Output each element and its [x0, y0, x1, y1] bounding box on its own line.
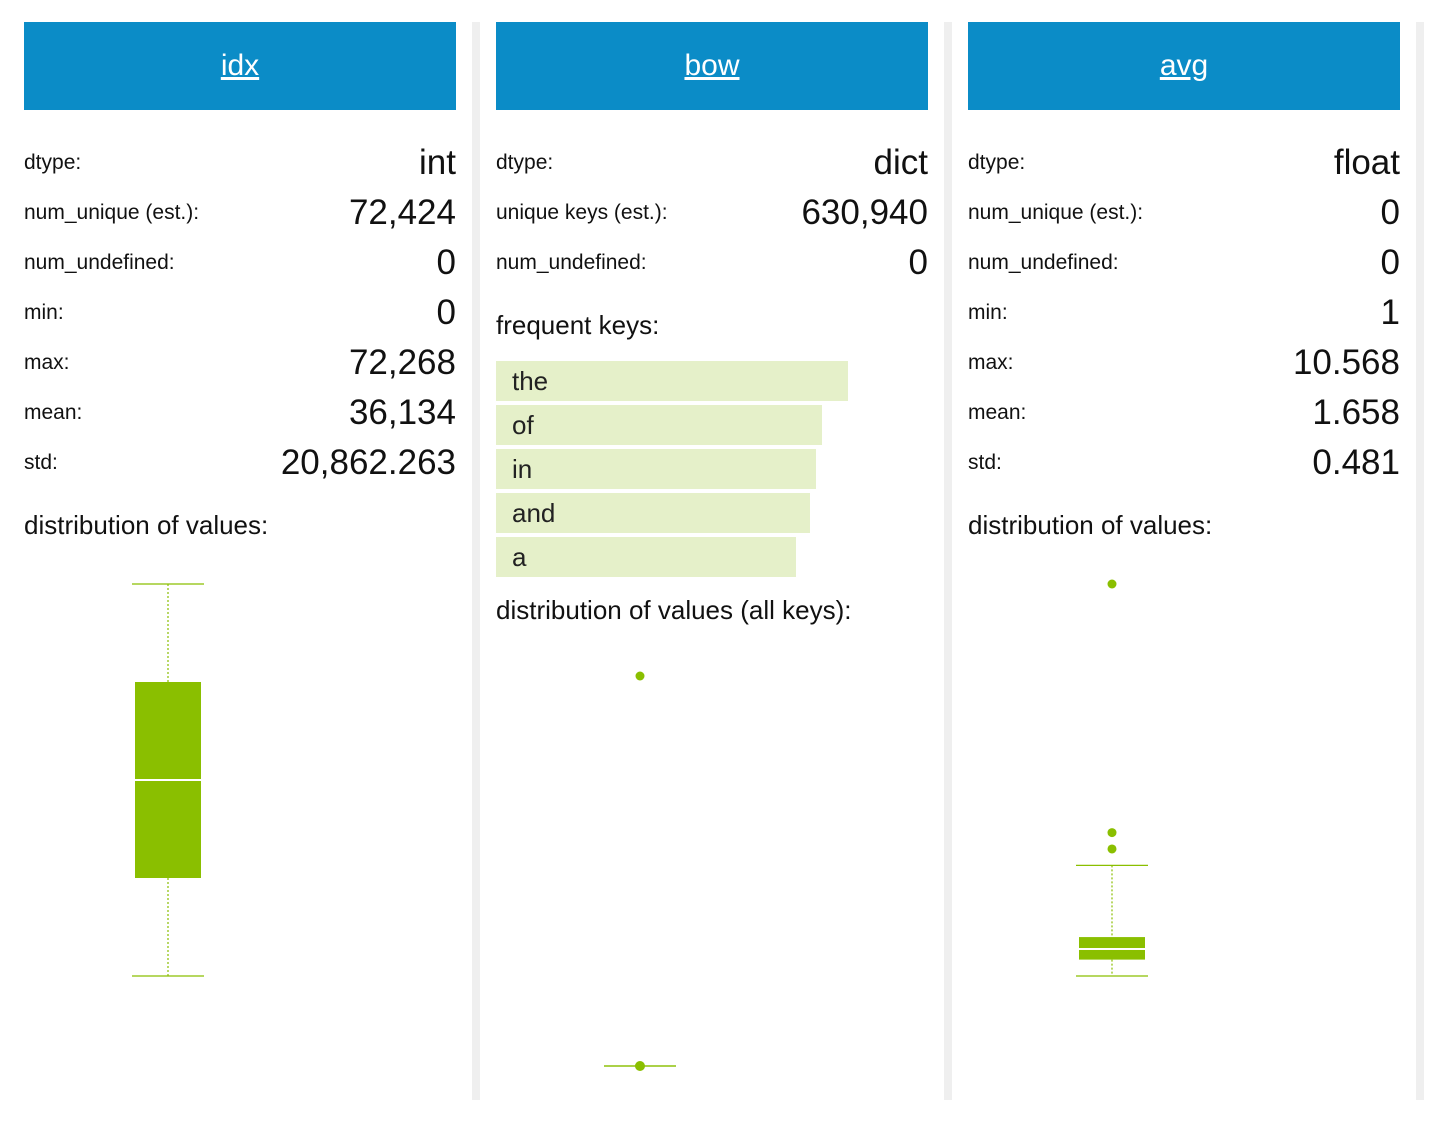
stat-value: 20,862.263 [280, 443, 456, 482]
column-avg: avg dtype: float num_unique (est.): 0 num_… [968, 22, 1400, 1100]
stat-label: dtype: [968, 151, 1026, 174]
stat-label: num_undefined: [24, 251, 175, 274]
stat-label: num_unique (est.): [968, 201, 1144, 224]
stats-list: dtype: dict unique keys (est.): 630,940 nu… [496, 138, 928, 288]
frequent-keys-title: frequent keys: [496, 310, 660, 340]
stat-value: 10.568 [1292, 343, 1400, 382]
column-separator [472, 22, 480, 1100]
outlier-point [1107, 828, 1117, 838]
outlier-point [1107, 844, 1117, 854]
stat-row-mean: mean: 1.658 [968, 388, 1400, 438]
column-link-bow[interactable]: bow [684, 49, 739, 83]
stat-label: max: [24, 351, 70, 374]
stat-row-std: std: 0.481 [968, 438, 1400, 488]
stats-list: dtype: int num_unique (est.): 72,424 num_u… [24, 138, 456, 488]
column-link-idx[interactable]: idx [221, 49, 259, 83]
stat-value: 1 [1380, 293, 1400, 332]
outlier-point [635, 671, 645, 681]
stat-label: dtype: [24, 151, 82, 174]
stats-list: dtype: float num_unique (est.): 0 num_unde… [968, 138, 1400, 488]
column-idx: idx dtype: int num_unique (est.): 72,424 n… [24, 22, 456, 1100]
frequent-key-bar: the [496, 361, 848, 401]
stat-row-num-undefined: num_undefined: 0 [24, 238, 456, 288]
distribution-title: distribution of values: [968, 510, 1213, 540]
stat-value: 0 [1380, 243, 1400, 282]
stat-row-max: max: 10.568 [968, 338, 1400, 388]
stat-value: 0 [436, 243, 456, 282]
stat-label: max: [968, 351, 1014, 374]
stat-value: int [419, 143, 456, 182]
stat-row-num-undefined: num_undefined: 0 [968, 238, 1400, 288]
stat-label: num_undefined: [968, 251, 1119, 274]
stat-label: mean: [24, 401, 83, 424]
distribution-title: distribution of values (all keys): [496, 595, 852, 625]
column-separator [1416, 22, 1424, 1100]
stat-label: unique keys (est.): [496, 201, 668, 224]
stat-label: num_undefined: [496, 251, 647, 274]
distribution-title: distribution of values: [24, 510, 269, 540]
box-collapsed-point [635, 1061, 645, 1071]
column-link-avg[interactable]: avg [1160, 49, 1208, 83]
stat-row-num-unique: num_unique (est.): 0 [968, 188, 1400, 238]
stat-value: 72,424 [348, 193, 456, 232]
stat-row-dtype: dtype: float [968, 138, 1400, 188]
stat-row-max: max: 72,268 [24, 338, 456, 388]
frequent-key-bar: a [496, 537, 796, 577]
column-separator [944, 22, 952, 1100]
stat-value: 0 [908, 243, 928, 282]
boxplot-bow [604, 671, 676, 1071]
boxplot-avg [1076, 579, 1148, 977]
stat-label: std: [24, 451, 58, 474]
stat-row-mean: mean: 36,134 [24, 388, 456, 438]
stat-value: 72,268 [348, 343, 456, 382]
frequent-keys-list: the of in and a [496, 361, 928, 577]
stat-row-dtype: dtype: int [24, 138, 456, 188]
stat-label: dtype: [496, 151, 554, 174]
stat-value: 0 [436, 293, 456, 332]
stat-row-unique-keys: unique keys (est.): 630,940 [496, 188, 928, 238]
column-bow: bow dtype: dict unique keys (est.): 630,94… [496, 22, 928, 1100]
boxplot-idx [132, 583, 204, 977]
stat-row-num-undefined: num_undefined: 0 [496, 238, 928, 288]
stat-value: 36,134 [348, 393, 456, 432]
stat-row-min: min: 1 [968, 288, 1400, 338]
stat-row-dtype: dtype: dict [496, 138, 928, 188]
stat-value: 1.658 [1312, 393, 1400, 432]
frequent-key-bar: of [496, 405, 822, 445]
stat-value: dict [873, 143, 928, 182]
frequent-key-bar: and [496, 493, 810, 533]
column-header-avg: avg [968, 22, 1400, 110]
stat-value: 0.481 [1312, 443, 1400, 482]
stat-label: mean: [968, 401, 1027, 424]
stat-row-min: min: 0 [24, 288, 456, 338]
outlier-point [1107, 579, 1117, 589]
stat-value: float [1333, 143, 1400, 182]
column-header-idx: idx [24, 22, 456, 110]
stat-label: num_unique (est.): [24, 201, 200, 224]
stat-row-std: std: 20,862.263 [24, 438, 456, 488]
stat-label: min: [24, 301, 64, 324]
frequent-key-bar: in [496, 449, 816, 489]
column-header-bow: bow [496, 22, 928, 110]
stat-value: 630,940 [801, 193, 928, 232]
stat-label: std: [968, 451, 1002, 474]
stat-label: min: [968, 301, 1008, 324]
stat-row-num-unique: num_unique (est.): 72,424 [24, 188, 456, 238]
stat-value: 0 [1380, 193, 1400, 232]
